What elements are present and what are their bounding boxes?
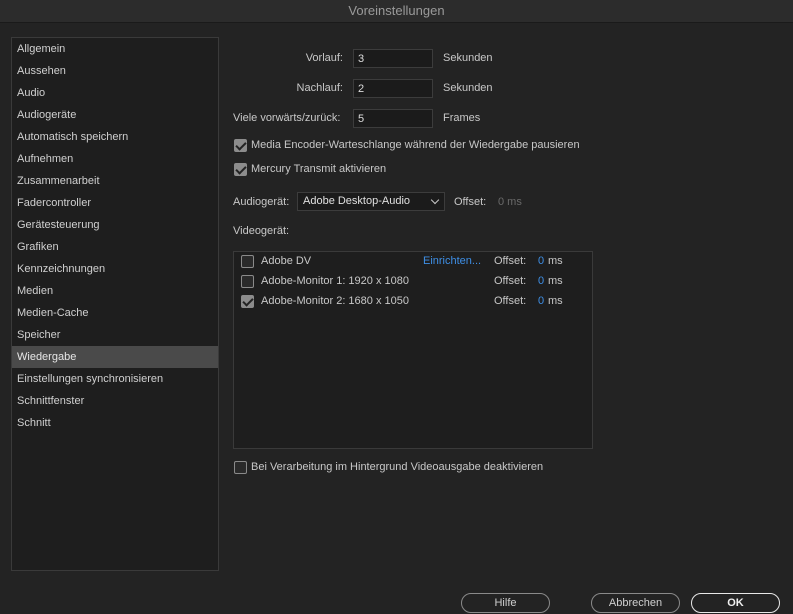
device-offset-value[interactable]: 0 — [538, 275, 544, 287]
sidebar-item-geraetesteuerung[interactable]: Gerätesteuerung — [12, 214, 218, 236]
device-checkbox-monitor-1[interactable] — [241, 275, 254, 288]
sidebar-item-aussehen[interactable]: Aussehen — [12, 60, 218, 82]
step-unit: Frames — [443, 112, 481, 124]
window-title: Voreinstellungen — [0, 0, 793, 23]
device-offset-label: Offset: — [494, 295, 527, 307]
mercury-transmit-checkbox[interactable] — [234, 163, 247, 176]
sidebar-item-sync[interactable]: Einstellungen synchronisieren — [12, 368, 218, 390]
disable-background-checkbox[interactable] — [234, 461, 247, 474]
sidebar-item-autosave[interactable]: Automatisch speichern — [12, 126, 218, 148]
sidebar-item-grafiken[interactable]: Grafiken — [12, 236, 218, 258]
cancel-button[interactable]: Abbrechen — [591, 593, 680, 613]
device-offset-label: Offset: — [494, 275, 527, 287]
step-input[interactable] — [353, 109, 433, 128]
device-offset-unit: ms — [548, 295, 563, 307]
pause-media-encoder-label: Media Encoder-Warteschlange während der … — [251, 139, 580, 151]
preroll-input[interactable] — [353, 49, 433, 68]
help-button[interactable]: Hilfe — [461, 593, 550, 613]
video-device-label: Videogerät: — [233, 225, 290, 237]
device-offset-value[interactable]: 0 — [538, 295, 544, 307]
sidebar-item-kennzeichnungen[interactable]: Kennzeichnungen — [12, 258, 218, 280]
audio-offset-label: Offset: — [454, 196, 487, 208]
device-offset-unit: ms — [548, 255, 563, 267]
disable-background-label: Bei Verarbeitung im Hintergrund Videoaus… — [251, 461, 544, 473]
step-label: Viele vorwärts/zurück: — [233, 112, 341, 124]
device-checkbox-adobe-dv[interactable] — [241, 255, 254, 268]
ok-button[interactable]: OK — [691, 593, 780, 613]
postroll-input[interactable] — [353, 79, 433, 98]
sidebar-item-zusammenarbeit[interactable]: Zusammenarbeit — [12, 170, 218, 192]
audio-device-select[interactable]: Adobe Desktop-Audio — [297, 192, 445, 211]
chevron-down-icon — [430, 195, 440, 205]
sidebar-item-speicher[interactable]: Speicher — [12, 324, 218, 346]
audio-device-value: Adobe Desktop-Audio — [303, 195, 411, 207]
device-name: Adobe DV — [261, 255, 312, 267]
device-offset-value[interactable]: 0 — [538, 255, 544, 267]
setup-link[interactable]: Einrichten... — [423, 255, 481, 267]
sidebar-item-audio[interactable]: Audio — [12, 82, 218, 104]
sidebar-item-medien[interactable]: Medien — [12, 280, 218, 302]
preroll-label: Vorlauf: — [305, 52, 343, 64]
mercury-transmit-label: Mercury Transmit aktivieren — [251, 163, 387, 175]
sidebar-item-schnitt[interactable]: Schnitt — [12, 412, 218, 434]
device-name: Adobe-Monitor 2: 1680 x 1050 — [261, 295, 409, 307]
postroll-unit: Sekunden — [443, 82, 493, 94]
pause-media-encoder-checkbox[interactable] — [234, 139, 247, 152]
preroll-unit: Sekunden — [443, 52, 493, 64]
category-list: Allgemein Aussehen Audio Audiogeräte Aut… — [11, 37, 219, 571]
device-checkbox-monitor-2[interactable] — [241, 295, 254, 308]
sidebar-item-schnittfenster[interactable]: Schnittfenster — [12, 390, 218, 412]
device-offset-label: Offset: — [494, 255, 527, 267]
audio-device-label: Audiogerät: — [233, 196, 290, 208]
postroll-label: Nachlauf: — [296, 82, 343, 94]
sidebar-item-audiogeraete[interactable]: Audiogeräte — [12, 104, 218, 126]
sidebar-item-aufnehmen[interactable]: Aufnehmen — [12, 148, 218, 170]
device-name: Adobe-Monitor 1: 1920 x 1080 — [261, 275, 409, 287]
audio-offset-value: 0 ms — [498, 196, 522, 208]
device-offset-unit: ms — [548, 275, 563, 287]
sidebar-item-wiedergabe[interactable]: Wiedergabe — [12, 346, 218, 368]
sidebar-item-allgemein[interactable]: Allgemein — [12, 38, 218, 60]
sidebar-item-medien-cache[interactable]: Medien-Cache — [12, 302, 218, 324]
sidebar-item-fadercontroller[interactable]: Fadercontroller — [12, 192, 218, 214]
